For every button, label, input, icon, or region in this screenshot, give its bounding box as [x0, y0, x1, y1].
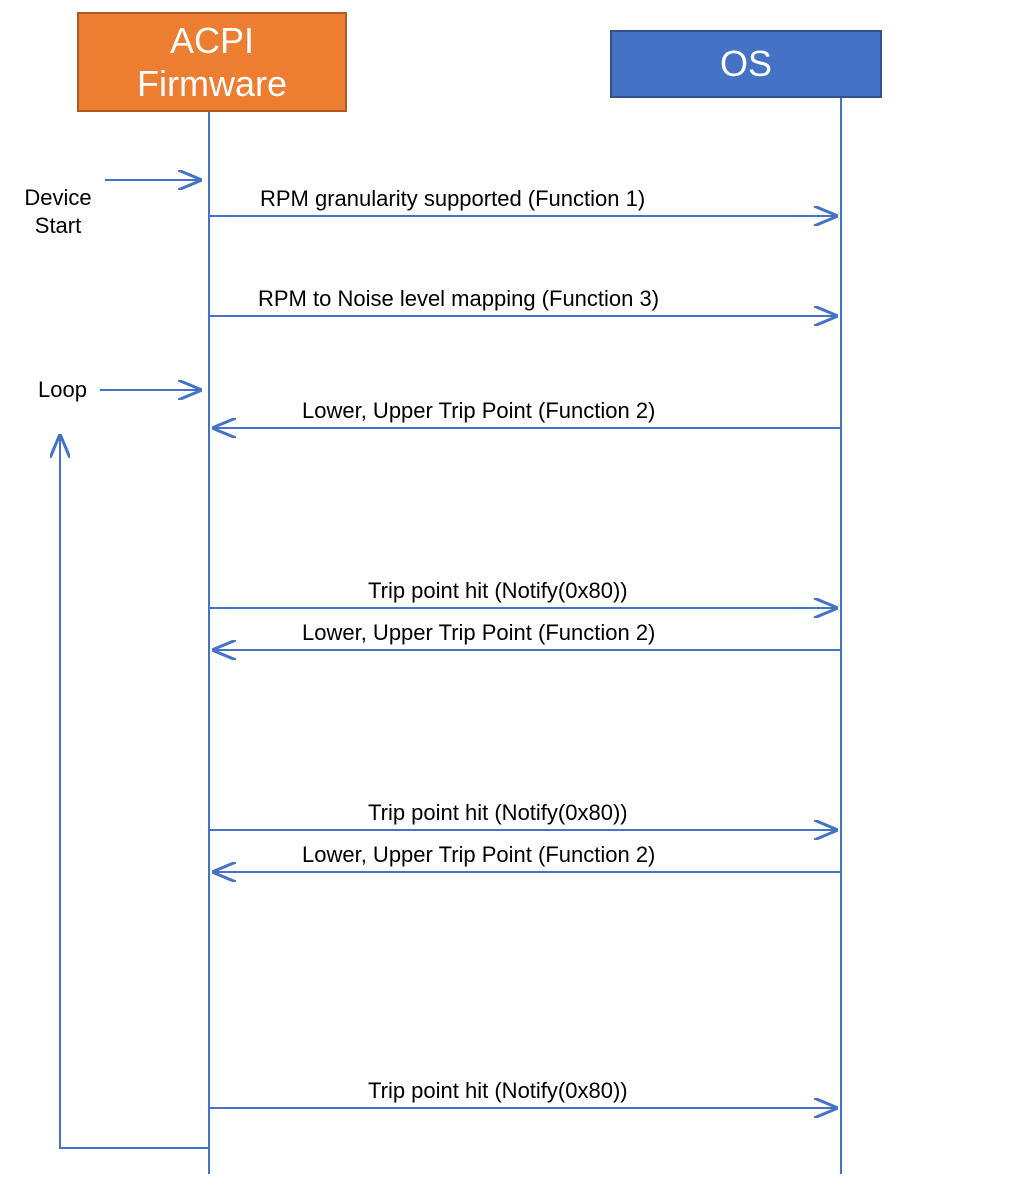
msg-2-label: RPM to Noise level mapping (Function 3) [258, 286, 659, 312]
label-loop: Loop [38, 376, 87, 405]
msg-6-label: Trip point hit (Notify(0x80)) [368, 800, 628, 826]
participant-acpi-label: ACPI Firmware [137, 19, 287, 105]
msg-1-label: RPM granularity supported (Function 1) [260, 186, 645, 212]
participant-os: OS [610, 30, 882, 98]
label-device-start: Device Start [18, 155, 98, 241]
participant-os-label: OS [720, 42, 772, 85]
lifeline-os [840, 98, 842, 1174]
label-device-start-text: Device Start [24, 185, 91, 239]
msg-5-label: Lower, Upper Trip Point (Function 2) [302, 620, 655, 646]
msg-4-label: Trip point hit (Notify(0x80)) [368, 578, 628, 604]
msg-7-label: Lower, Upper Trip Point (Function 2) [302, 842, 655, 868]
lifeline-acpi [208, 112, 210, 1174]
loop-return-path [60, 436, 208, 1148]
participant-acpi-firmware: ACPI Firmware [77, 12, 347, 112]
msg-8-label: Trip point hit (Notify(0x80)) [368, 1078, 628, 1104]
label-loop-text: Loop [38, 377, 87, 402]
msg-3-label: Lower, Upper Trip Point (Function 2) [302, 398, 655, 424]
